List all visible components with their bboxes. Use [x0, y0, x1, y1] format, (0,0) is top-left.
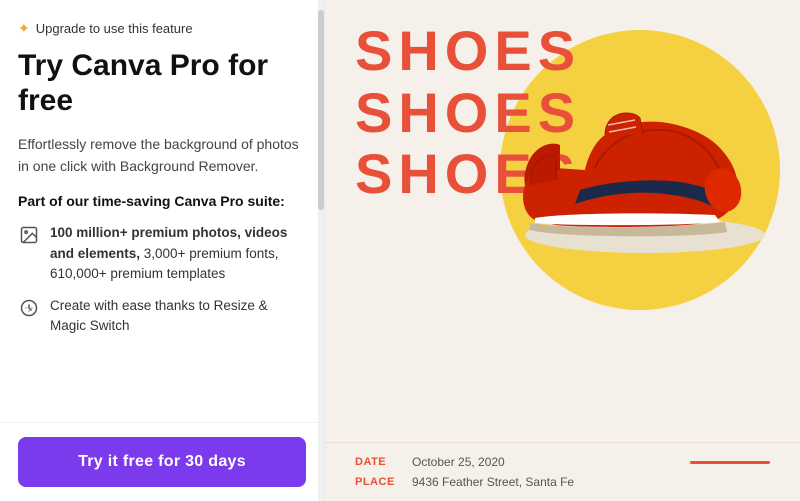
place-label: PLACE — [355, 476, 400, 488]
image-icon — [18, 224, 40, 246]
feature-item-photos: 100 million+ premium photos, videos and … — [18, 223, 306, 284]
left-panel: ✦ Upgrade to use this feature Try Canva … — [0, 0, 325, 501]
upgrade-badge: ✦ Upgrade to use this feature — [18, 20, 306, 37]
suite-heading: Part of our time-saving Canva Pro suite: — [18, 193, 306, 209]
canvas-info-bar: DATE October 25, 2020 PLACE 9436 Feather… — [325, 442, 800, 501]
feature-list: 100 million+ premium photos, videos and … — [18, 223, 306, 336]
place-row: PLACE 9436 Feather Street, Santa Fe — [355, 475, 770, 489]
cta-button[interactable]: Try it free for 30 days — [18, 437, 306, 487]
scrollbar-thumb[interactable] — [318, 10, 324, 210]
date-value: October 25, 2020 — [412, 455, 505, 469]
feature-text-photos: 100 million+ premium photos, videos and … — [50, 223, 306, 284]
description-text: Effortlessly remove the background of ph… — [18, 134, 306, 177]
shoe-image — [505, 60, 775, 260]
feature-text-resize: Create with ease thanks to Resize & Magi… — [50, 296, 306, 337]
date-label: DATE — [355, 456, 400, 468]
canvas-area: SHOES SHOES SHOES — [325, 0, 800, 442]
star-icon: ✦ — [18, 20, 30, 37]
cta-footer: Try it free for 30 days — [0, 422, 324, 501]
place-value: 9436 Feather Street, Santa Fe — [412, 475, 574, 489]
upgrade-badge-text: Upgrade to use this feature — [36, 21, 193, 36]
panel-content: ✦ Upgrade to use this feature Try Canva … — [0, 0, 324, 422]
resize-icon — [18, 297, 40, 319]
right-panel: SHOES SHOES SHOES — [325, 0, 800, 501]
date-line-decoration — [690, 461, 770, 464]
date-row: DATE October 25, 2020 — [355, 455, 770, 469]
main-heading: Try Canva Pro for free — [18, 49, 306, 118]
feature-item-resize: Create with ease thanks to Resize & Magi… — [18, 296, 306, 337]
scrollbar-track[interactable] — [318, 0, 324, 501]
